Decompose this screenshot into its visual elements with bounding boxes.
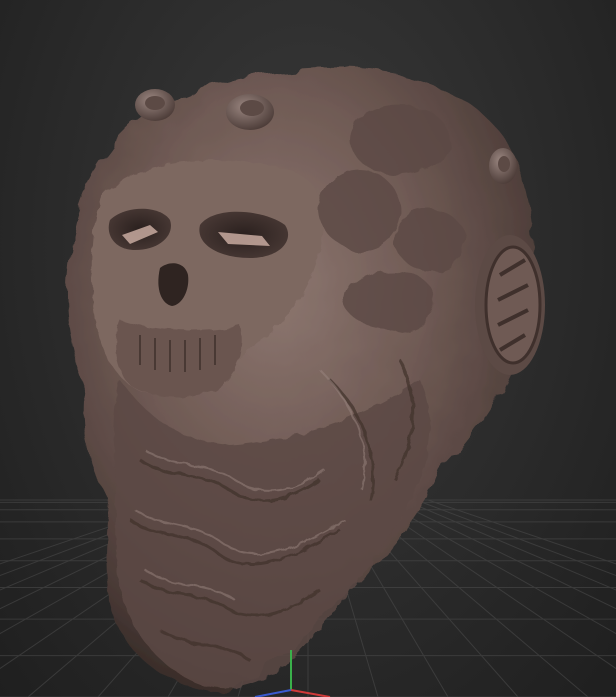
bolt-3 [489, 148, 517, 184]
3d-viewport[interactable] [0, 0, 616, 697]
sculpt-model[interactable] [65, 69, 545, 691]
gizmo-z-axis [254, 689, 292, 697]
ear-disc [475, 235, 545, 375]
gizmo-x-axis [290, 689, 331, 697]
bolt-1 [135, 89, 175, 121]
viewport-canvas[interactable] [0, 0, 616, 697]
bolt-2 [226, 94, 274, 130]
